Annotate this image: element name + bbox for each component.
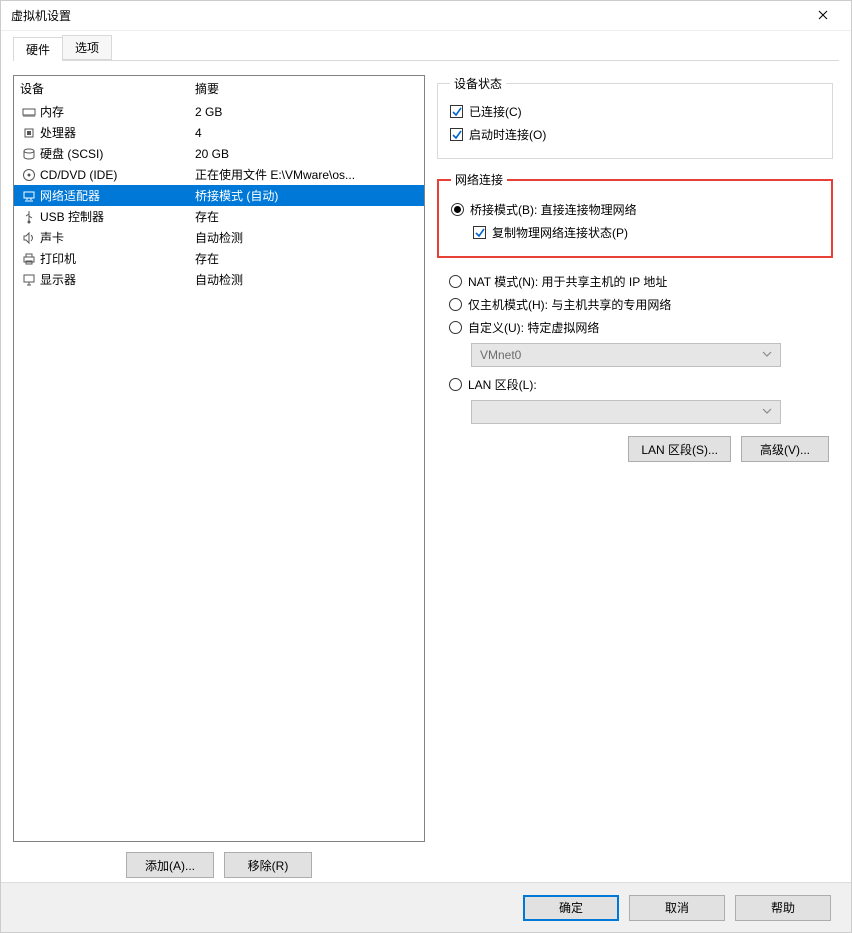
device-name: USB 控制器	[38, 208, 195, 225]
device-name: 打印机	[38, 250, 195, 267]
device-summary: 正在使用文件 E:\VMware\os...	[195, 166, 418, 183]
connect-at-poweron-label: 启动时连接(O)	[469, 126, 546, 143]
usb-icon	[20, 210, 38, 224]
advanced-button[interactable]: 高级(V)...	[741, 436, 829, 462]
memory-icon	[20, 105, 38, 119]
network-connection-group: 网络连接 桥接模式(B): 直接连接物理网络 复制物理网络连接状态(P)	[437, 171, 833, 258]
titlebar: 虚拟机设置	[1, 1, 851, 31]
hardware-list-panel: 设备 摘要 内存2 GB处理器4硬盘 (SCSI)20 GBCD/DVD (ID…	[13, 75, 425, 882]
content-panels: 设备 摘要 内存2 GB处理器4硬盘 (SCSI)20 GBCD/DVD (ID…	[13, 61, 839, 882]
lan-segments-button[interactable]: LAN 区段(S)...	[628, 436, 731, 462]
radio-icon	[449, 321, 462, 334]
device-row[interactable]: CD/DVD (IDE)正在使用文件 E:\VMware\os...	[14, 164, 424, 185]
radio-icon	[449, 298, 462, 311]
tab-options[interactable]: 选项	[62, 35, 112, 60]
radio-icon	[449, 378, 462, 391]
device-row[interactable]: 打印机存在	[14, 248, 424, 269]
device-name: 处理器	[38, 124, 195, 141]
replicate-checkbox-row[interactable]: 复制物理网络连接状态(P)	[451, 221, 819, 244]
device-list-box: 设备 摘要 内存2 GB处理器4硬盘 (SCSI)20 GBCD/DVD (ID…	[13, 75, 425, 842]
bridged-label: 桥接模式(B): 直接连接物理网络	[470, 201, 637, 218]
help-button[interactable]: 帮助	[735, 895, 831, 921]
device-row[interactable]: 处理器4	[14, 122, 424, 143]
window-close-button[interactable]	[803, 2, 843, 30]
add-device-button[interactable]: 添加(A)...	[126, 852, 214, 878]
device-row[interactable]: 声卡自动检测	[14, 227, 424, 248]
device-summary: 存在	[195, 208, 418, 225]
device-summary: 4	[195, 126, 418, 140]
radio-icon	[449, 275, 462, 288]
device-name: 硬盘 (SCSI)	[38, 145, 195, 162]
cpu-icon	[20, 126, 38, 140]
device-status-group: 设备状态 已连接(C) 启动时连接(O)	[437, 75, 833, 159]
disk-icon	[20, 147, 38, 161]
device-name: 声卡	[38, 229, 195, 246]
device-summary: 桥接模式 (自动)	[195, 187, 418, 204]
checkbox-icon	[450, 128, 463, 141]
device-list-header: 设备 摘要	[14, 76, 424, 101]
device-row[interactable]: 显示器自动检测	[14, 269, 424, 290]
network-icon	[20, 189, 38, 203]
custom-radio-row[interactable]: 自定义(U): 特定虚拟网络	[449, 316, 821, 339]
right-button-row: LAN 区段(S)... 高级(V)...	[437, 430, 833, 462]
hostonly-label: 仅主机模式(H): 与主机共享的专用网络	[468, 296, 671, 313]
chevron-down-icon	[762, 405, 772, 419]
connected-checkbox-row[interactable]: 已连接(C)	[450, 100, 820, 123]
custom-label: 自定义(U): 特定虚拟网络	[468, 319, 599, 336]
nat-radio-row[interactable]: NAT 模式(N): 用于共享主机的 IP 地址	[449, 270, 821, 293]
device-summary: 20 GB	[195, 147, 418, 161]
close-icon	[818, 9, 828, 23]
connect-at-poweron-row[interactable]: 启动时连接(O)	[450, 123, 820, 146]
network-connection-legend: 网络连接	[451, 171, 507, 188]
radio-icon	[451, 203, 464, 216]
header-summary: 摘要	[195, 80, 418, 97]
checkbox-icon	[450, 105, 463, 118]
printer-icon	[20, 252, 38, 266]
lan-segment-radio-row[interactable]: LAN 区段(L):	[449, 373, 821, 396]
replicate-label: 复制物理网络连接状态(P)	[492, 224, 628, 241]
tab-bar: 硬件 选项	[13, 37, 839, 61]
device-name: 网络适配器	[38, 187, 195, 204]
window-title: 虚拟机设置	[11, 7, 803, 24]
vm-settings-window: 虚拟机设置 硬件 选项 设备 摘要 内存2 GB处理器4硬盘 (SCSI)20 …	[0, 0, 852, 933]
left-button-row: 添加(A)... 移除(R)	[13, 842, 425, 882]
device-name: 内存	[38, 103, 195, 120]
bridged-radio-row[interactable]: 桥接模式(B): 直接连接物理网络	[451, 198, 819, 221]
custom-network-combo[interactable]: VMnet0	[471, 343, 781, 367]
checkbox-icon	[473, 226, 486, 239]
cancel-button[interactable]: 取消	[629, 895, 725, 921]
lan-segment-combo[interactable]	[471, 400, 781, 424]
device-name: CD/DVD (IDE)	[38, 168, 195, 182]
network-options-extra: NAT 模式(N): 用于共享主机的 IP 地址 仅主机模式(H): 与主机共享…	[437, 270, 833, 430]
header-device: 设备	[20, 80, 195, 97]
device-row[interactable]: 网络适配器桥接模式 (自动)	[14, 185, 424, 206]
device-summary: 存在	[195, 250, 418, 267]
sound-icon	[20, 231, 38, 245]
device-status-legend: 设备状态	[450, 75, 506, 92]
tab-hardware[interactable]: 硬件	[13, 37, 63, 61]
disc-icon	[20, 168, 38, 182]
lan-segment-label: LAN 区段(L):	[468, 376, 537, 393]
custom-network-value: VMnet0	[480, 348, 521, 362]
device-row[interactable]: 内存2 GB	[14, 101, 424, 122]
device-summary: 自动检测	[195, 271, 418, 288]
device-row[interactable]: USB 控制器存在	[14, 206, 424, 227]
device-details-panel: 设备状态 已连接(C) 启动时连接(O)	[437, 75, 839, 882]
dialog-body: 硬件 选项 设备 摘要 内存2 GB处理器4硬盘 (SCSI)20 GBCD/D…	[1, 31, 851, 882]
device-name: 显示器	[38, 271, 195, 288]
remove-device-button[interactable]: 移除(R)	[224, 852, 312, 878]
display-icon	[20, 273, 38, 287]
dialog-footer: 确定 取消 帮助	[1, 882, 851, 932]
hostonly-radio-row[interactable]: 仅主机模式(H): 与主机共享的专用网络	[449, 293, 821, 316]
ok-button[interactable]: 确定	[523, 895, 619, 921]
connected-label: 已连接(C)	[469, 103, 522, 120]
device-list[interactable]: 内存2 GB处理器4硬盘 (SCSI)20 GBCD/DVD (IDE)正在使用…	[14, 101, 424, 841]
chevron-down-icon	[762, 348, 772, 362]
device-row[interactable]: 硬盘 (SCSI)20 GB	[14, 143, 424, 164]
device-summary: 2 GB	[195, 105, 418, 119]
nat-label: NAT 模式(N): 用于共享主机的 IP 地址	[468, 273, 667, 290]
device-summary: 自动检测	[195, 229, 418, 246]
